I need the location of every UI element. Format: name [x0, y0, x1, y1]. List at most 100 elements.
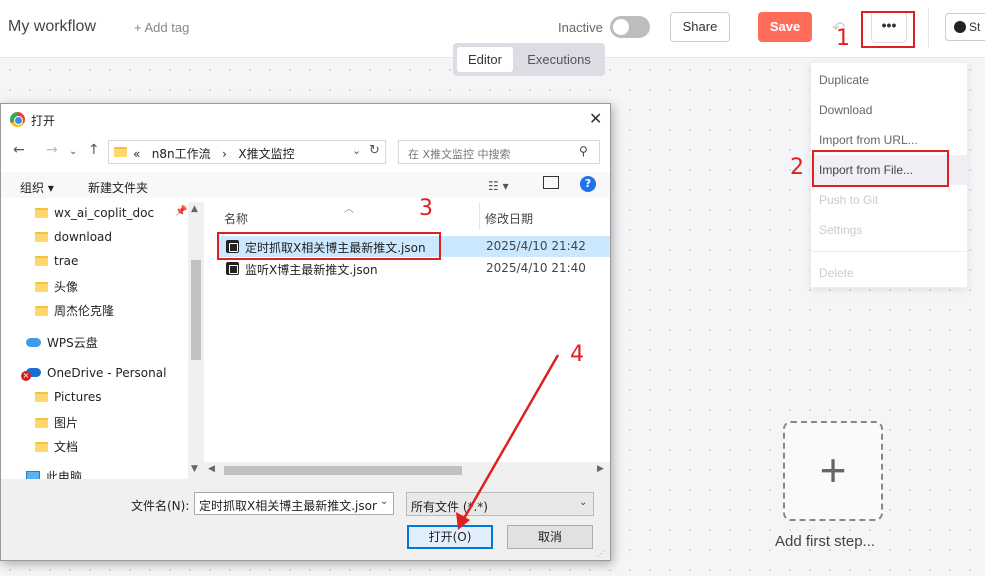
recent-dropdown-icon[interactable]: ⌄	[69, 146, 77, 157]
nav-folder-label: 头像	[54, 280, 79, 294]
forward-arrow-icon[interactable]: →	[46, 142, 58, 158]
nav-scrollbar[interactable]: ▲ ▼	[188, 202, 204, 479]
annotation-number-3: 3	[419, 196, 433, 221]
nav-folder[interactable]: 图片	[35, 414, 78, 431]
nav-folder[interactable]: 文档	[35, 438, 78, 455]
nav-onedrive-label: OneDrive - Personal	[47, 366, 167, 380]
close-icon[interactable]: ✕	[589, 109, 602, 128]
nav-folder[interactable]: wx_ai_coplit_doc	[35, 206, 154, 220]
json-file-icon	[226, 262, 239, 275]
save-button[interactable]: Save	[758, 12, 812, 42]
add-first-step-label: Add first step...	[775, 533, 876, 550]
folder-icon	[114, 147, 127, 157]
filename-input[interactable]: 定时抓取X相关博主最新推文.json ⌄	[194, 492, 394, 515]
chrome-icon	[10, 112, 25, 127]
folder-icon	[35, 442, 48, 452]
filename-label: 文件名(N):	[131, 499, 190, 513]
back-arrow-icon[interactable]: ←	[13, 142, 25, 158]
dialog-title-bar: 打开 ✕	[1, 104, 610, 134]
folder-icon	[35, 282, 48, 292]
add-tag-link[interactable]: + Add tag	[134, 20, 189, 35]
column-name[interactable]: 名称	[224, 210, 248, 227]
cancel-button[interactable]: 取消	[507, 525, 593, 549]
file-list-hscrollbar[interactable]: ◀ ▶	[204, 462, 610, 479]
active-toggle[interactable]	[610, 16, 650, 38]
scroll-thumb[interactable]	[191, 260, 201, 360]
file-row[interactable]: 监听X博主最新推文.json 2025/4/10 21:40	[218, 258, 610, 279]
new-folder-button[interactable]: 新建文件夹	[88, 179, 148, 196]
filetype-value: 所有文件 (*.*)	[411, 500, 488, 514]
nav-folder[interactable]: 头像	[35, 278, 78, 295]
dialog-title: 打开	[31, 114, 56, 128]
menu-item-import-url[interactable]: Import from URL...	[819, 133, 918, 147]
file-name: 监听X博主最新推文.json	[245, 263, 378, 277]
nav-onedrive[interactable]: × OneDrive - Personal	[21, 366, 167, 381]
file-open-dialog: 打开 ✕ ← → ⌄ ↑ « n8n工作流 › X推文监控 ⌄ ↻ 在 X推文监…	[0, 103, 611, 561]
path-overflow[interactable]: «	[133, 147, 140, 161]
github-star-button[interactable]: St	[945, 13, 985, 41]
address-dropdown-icon[interactable]: ⌄	[352, 144, 361, 157]
file-modified: 2025/4/10 21:40	[486, 261, 586, 275]
dialog-footer: 文件名(N): 定时抓取X相关博主最新推文.json ⌄ 所有文件 (*.*) …	[1, 479, 610, 560]
filetype-select[interactable]: 所有文件 (*.*) ⌄	[406, 492, 594, 516]
nav-folder-label: trae	[54, 254, 79, 268]
menu-item-download[interactable]: Download	[819, 103, 872, 117]
nav-folder[interactable]: 周杰伦克隆	[35, 302, 114, 319]
search-input[interactable]: 在 X推文监控 中搜索 ⚲	[398, 140, 600, 164]
filename-value: 定时抓取X相关博主最新推文.json	[199, 499, 377, 513]
open-button[interactable]: 打开(O)	[407, 525, 493, 549]
nav-folder-label: download	[54, 230, 113, 244]
nav-folder[interactable]: download	[35, 230, 112, 244]
folder-icon	[35, 392, 48, 402]
resize-grip-icon[interactable]: ⋰	[597, 549, 605, 558]
nav-wps-cloud[interactable]: WPS云盘	[26, 334, 98, 351]
view-options-icon[interactable]: ☷ ▾	[488, 179, 509, 193]
toggle-knob	[613, 19, 629, 35]
file-modified: 2025/4/10 21:42	[486, 239, 586, 253]
nav-wps-label: WPS云盘	[47, 336, 98, 350]
navigation-pane: wx_ai_coplit_doc 📌 download trae 头像 周杰伦克…	[1, 202, 204, 479]
up-arrow-icon[interactable]: ↑	[88, 142, 100, 158]
menu-item-delete: Delete	[819, 266, 854, 280]
nav-this-pc[interactable]: 此电脑	[26, 468, 82, 479]
folder-icon	[35, 256, 48, 266]
workflow-title[interactable]: My workflow	[8, 18, 96, 36]
scroll-left-icon[interactable]: ◀	[208, 464, 215, 474]
breadcrumb-separator: ›	[222, 147, 227, 161]
share-button[interactable]: Share	[670, 12, 730, 42]
annotation-box-more	[861, 11, 915, 48]
error-badge-icon: ×	[21, 371, 31, 381]
breadcrumb-n8n[interactable]: n8n工作流	[152, 147, 211, 161]
github-icon	[954, 21, 966, 33]
nav-folder[interactable]: trae	[35, 254, 78, 268]
scroll-up-icon[interactable]: ▲	[191, 204, 198, 214]
annotation-box-file	[217, 232, 441, 260]
preview-pane-icon[interactable]	[543, 176, 559, 189]
add-first-step-button[interactable]: +	[783, 421, 883, 521]
column-divider[interactable]	[479, 202, 480, 230]
refresh-icon[interactable]: ↻	[369, 143, 380, 158]
annotation-box-import	[812, 150, 949, 187]
scroll-down-icon[interactable]: ▼	[191, 464, 198, 474]
nav-folder-label: Pictures	[54, 390, 102, 404]
help-icon[interactable]: ?	[580, 176, 596, 192]
menu-divider	[811, 251, 969, 252]
search-icon: ⚲	[579, 144, 588, 158]
menu-item-settings: Settings	[819, 223, 863, 237]
tab-editor[interactable]: Editor	[457, 47, 513, 72]
address-bar[interactable]: « n8n工作流 › X推文监控 ⌄ ↻	[108, 140, 386, 164]
column-modified[interactable]: 修改日期	[485, 210, 533, 227]
breadcrumb-x-monitor[interactable]: X推文监控	[238, 147, 294, 161]
organize-button[interactable]: 组织 ▾	[20, 179, 54, 196]
filetype-dropdown-icon: ⌄	[579, 497, 588, 508]
nav-folder[interactable]: Pictures	[35, 390, 102, 404]
mode-switch: Editor Executions	[453, 43, 605, 76]
hscroll-thumb[interactable]	[224, 466, 462, 475]
tab-executions[interactable]: Executions	[517, 47, 601, 72]
active-status-label: Inactive	[558, 20, 603, 35]
menu-item-duplicate[interactable]: Duplicate	[819, 73, 869, 87]
nav-folder-label: wx_ai_coplit_doc	[54, 206, 155, 220]
scroll-right-icon[interactable]: ▶	[597, 464, 604, 474]
filename-dropdown-icon[interactable]: ⌄	[380, 496, 388, 507]
address-path: « n8n工作流 › X推文监控	[133, 145, 295, 162]
